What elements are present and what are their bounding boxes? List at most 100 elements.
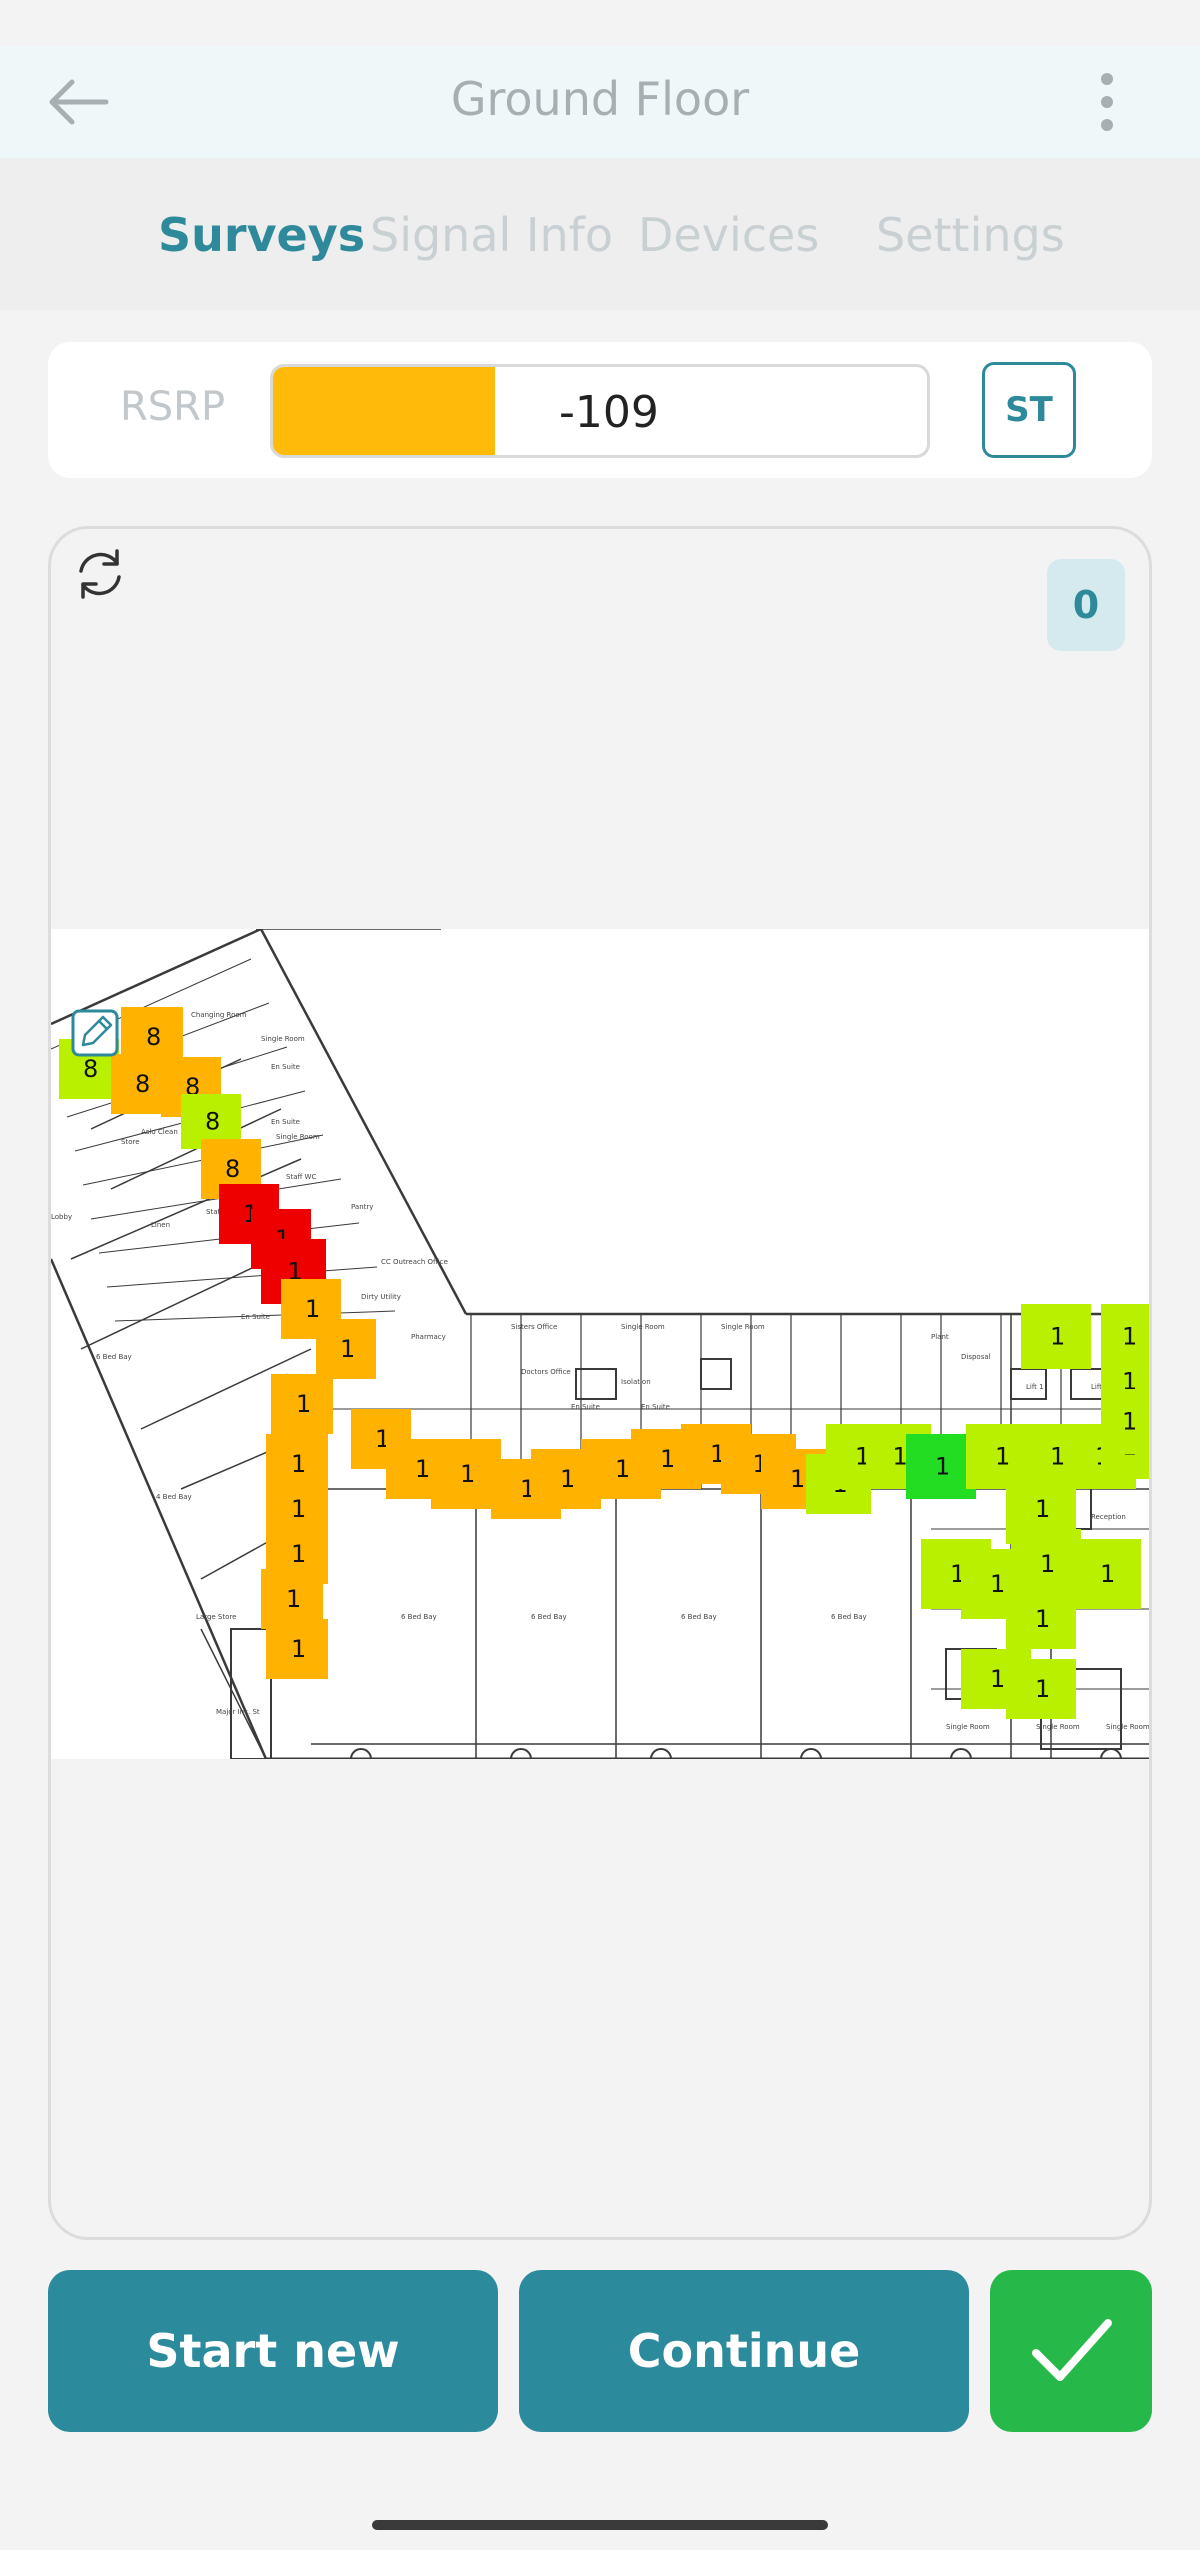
svg-text:1: 1: [990, 1570, 1005, 1598]
room-label: Lift 1: [1026, 1383, 1044, 1391]
rsrp-meter: -109: [270, 364, 930, 458]
rsrp-value: -109: [559, 387, 659, 438]
room-label: Disposal: [961, 1353, 991, 1361]
svg-text:1: 1: [1050, 1443, 1065, 1471]
room-label: Doctors Office: [521, 1368, 571, 1376]
room-label: 6 Bed Bay: [401, 1613, 437, 1621]
svg-text:1: 1: [291, 1635, 306, 1663]
more-options-button[interactable]: [1090, 70, 1124, 134]
tab-bar: Surveys Signal Info Devices Settings: [0, 158, 1200, 310]
kebab-menu-icon: [1101, 73, 1113, 131]
svg-text:1: 1: [995, 1443, 1010, 1471]
svg-text:8: 8: [225, 1155, 240, 1183]
room-label: Major Inc. St: [216, 1708, 260, 1716]
svg-text:1: 1: [935, 1453, 950, 1481]
room-label: Single Room: [721, 1323, 765, 1331]
survey-point[interactable]: 1: [266, 1619, 328, 1679]
room-label: Store: [121, 1138, 140, 1146]
survey-point[interactable]: 1: [1011, 1529, 1081, 1599]
room-label: 6 Bed Bay: [531, 1613, 567, 1621]
room-label: Changing Room: [191, 1011, 247, 1019]
room-label: En Suite: [271, 1118, 300, 1126]
room-label: Linen: [151, 1221, 170, 1229]
room-label: En Suite: [641, 1403, 670, 1411]
st-toggle-button[interactable]: ST: [982, 362, 1076, 458]
svg-text:8: 8: [135, 1070, 150, 1098]
room-label: Single Room: [1036, 1723, 1080, 1731]
survey-point[interactable]: 1: [1071, 1539, 1141, 1609]
room-label: Single Room: [1106, 1723, 1150, 1731]
svg-text:1: 1: [990, 1665, 1005, 1693]
room-label: CC Outreach Office: [381, 1258, 448, 1266]
tab-devices[interactable]: Devices: [638, 208, 819, 262]
svg-text:8: 8: [83, 1055, 98, 1083]
svg-text:1: 1: [1122, 1323, 1137, 1351]
survey-point[interactable]: 1: [271, 1374, 333, 1434]
room-label: Lobby: [51, 1213, 72, 1221]
svg-text:1: 1: [615, 1455, 630, 1483]
svg-text:1: 1: [790, 1465, 805, 1493]
start-new-button[interactable]: Start new: [48, 2270, 498, 2432]
svg-text:1: 1: [1050, 1323, 1065, 1351]
room-label: Pantry: [351, 1203, 373, 1211]
room-label: Single Room: [276, 1133, 320, 1141]
room-label: Pharmacy: [411, 1333, 446, 1341]
room-label: 4 Bed Bay: [156, 1493, 192, 1501]
refresh-button[interactable]: [71, 545, 129, 603]
room-label: En Suite: [571, 1403, 600, 1411]
svg-text:1: 1: [1040, 1550, 1055, 1578]
room-label: Sisters Office: [511, 1323, 557, 1331]
svg-text:1: 1: [340, 1335, 355, 1363]
rsrp-panel: RSRP -109 ST: [48, 342, 1152, 478]
svg-text:1: 1: [660, 1445, 675, 1473]
room-label: Single Room: [946, 1723, 990, 1731]
room-label: Aslo Clean: [141, 1128, 178, 1136]
svg-text:1: 1: [415, 1455, 430, 1483]
svg-text:1: 1: [1035, 1675, 1050, 1703]
survey-point[interactable]: 1: [1021, 1304, 1091, 1369]
svg-text:8: 8: [146, 1023, 161, 1051]
page-title: Ground Floor: [450, 72, 750, 126]
app-header: Ground Floor: [0, 46, 1200, 158]
svg-text:1: 1: [1100, 1560, 1115, 1588]
home-indicator: [372, 2520, 828, 2530]
room-label: Staff WC: [286, 1173, 316, 1181]
edit-marker-button[interactable]: [71, 1009, 119, 1057]
tab-settings[interactable]: Settings: [876, 208, 1065, 262]
survey-point[interactable]: 1: [316, 1319, 376, 1379]
tab-surveys[interactable]: Surveys: [158, 208, 365, 262]
svg-text:1: 1: [560, 1465, 575, 1493]
refresh-icon: [79, 549, 121, 599]
room-label: 6 Bed Bay: [96, 1353, 132, 1361]
svg-text:1: 1: [460, 1460, 475, 1488]
tab-signal-info[interactable]: Signal Info: [370, 208, 613, 262]
room-label: En Suite: [271, 1063, 300, 1071]
room-label: Reception: [1091, 1513, 1126, 1521]
svg-text:8: 8: [205, 1108, 220, 1136]
svg-text:1: 1: [1122, 1408, 1137, 1436]
svg-text:1: 1: [1035, 1495, 1050, 1523]
floor-plan-image[interactable]: Changing Room Single Room En Suite Single R…: [51, 929, 1152, 1759]
svg-text:1: 1: [291, 1495, 306, 1523]
room-label: Plant: [931, 1333, 949, 1341]
rsrp-meter-fill: [273, 367, 496, 455]
room-label: Dirty Utility: [361, 1293, 401, 1301]
svg-text:1: 1: [893, 1443, 908, 1471]
survey-point[interactable]: 1: [1101, 1389, 1152, 1454]
checkmark-icon: [1032, 2319, 1112, 2381]
svg-text:1: 1: [305, 1295, 320, 1323]
survey-point[interactable]: 1: [1006, 1659, 1076, 1719]
svg-text:1: 1: [1035, 1605, 1050, 1633]
floor-plan-map[interactable]: 0 Changing Room Single Room En Suite Single…: [48, 526, 1152, 2240]
survey-point[interactable]: 1: [906, 1434, 976, 1499]
survey-point[interactable]: 1: [1006, 1589, 1076, 1649]
confirm-button[interactable]: [990, 2270, 1152, 2432]
continue-button[interactable]: Continue: [519, 2270, 969, 2432]
svg-text:1: 1: [286, 1585, 301, 1613]
room-label: En Suite: [241, 1313, 270, 1321]
room-label: 6 Bed Bay: [681, 1613, 717, 1621]
survey-point[interactable]: 1: [431, 1439, 501, 1509]
rsrp-label: RSRP: [120, 384, 226, 430]
room-label: 6 Bed Bay: [831, 1613, 867, 1621]
survey-point-count-badge: 0: [1047, 559, 1125, 651]
